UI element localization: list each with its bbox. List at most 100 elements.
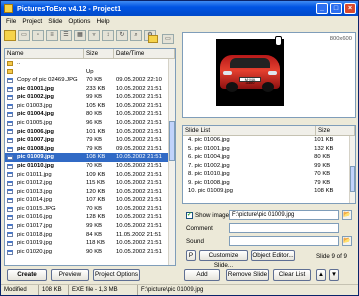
folder-up-icon[interactable]	[4, 30, 16, 41]
slide-row[interactable]: 5. pic 01001.jpg 132 KB	[183, 145, 350, 154]
create-button[interactable]: Create	[7, 269, 47, 281]
slide-row[interactable]: 10. pic 01009.jpg 108 KB	[183, 187, 350, 196]
file-row[interactable]: pic 01003.jpg 105 KB 10.05.2002 21:51	[5, 102, 175, 111]
window-title: PicturesToExe v4.12 - Project1	[17, 4, 122, 13]
close-button[interactable]: ×	[344, 3, 356, 14]
file-row[interactable]: pic 01006.jpg 101 KB 10.05.2002 21:51	[5, 128, 175, 137]
file-row[interactable]: Copy of pic 02469.JPG 70 KB 09.05.2002 22:…	[5, 76, 175, 85]
file-row[interactable]: pic 01012.jpg 115 KB 10.05.2002 21:51	[5, 179, 175, 188]
image-icon	[7, 223, 13, 229]
file-date-cell: 10.05.2002 21:51	[116, 188, 162, 195]
maximize-button[interactable]: □	[330, 3, 342, 14]
file-row[interactable]: pic 01002.jpg 99 KB 10.05.2002 21:51	[5, 93, 175, 102]
move-down-button[interactable]: ▼	[329, 269, 339, 281]
object-editor-button[interactable]: Object Editor...	[251, 250, 295, 261]
refresh-icon[interactable]: ↻	[116, 30, 128, 41]
slide-list-scroll-thumb[interactable]	[350, 166, 355, 192]
slide-row[interactable]: 9. pic 01008.jpg 79 KB	[183, 179, 350, 188]
preview-button[interactable]: Preview	[51, 269, 89, 281]
file-name-cell: pic 01018.jpg	[5, 231, 84, 240]
menu-help[interactable]: Help	[93, 18, 112, 25]
file-size-cell: 101 KB	[86, 128, 106, 135]
add-button[interactable]: Add	[184, 269, 220, 281]
status-bar: Modified 108 KB EXE file - 1,3 MB F:\pic…	[1, 284, 358, 295]
file-row[interactable]: pic 01001.jpg 233 KB 10.05.2002 21:51	[5, 85, 175, 94]
image-icon	[7, 206, 13, 212]
browse-image-button[interactable]: 📂	[342, 210, 352, 220]
file-rows: .. Up Copy of pic 02469.JPG 70 KB 09.05.2002…	[5, 59, 175, 256]
image-path-field[interactable]: F:\picture\pic 01009.jpg	[229, 210, 339, 220]
file-date-cell: 10.05.2002 21:51	[116, 162, 162, 169]
column-size[interactable]: Size	[84, 49, 114, 59]
thumbnails-icon[interactable]: ▦	[74, 30, 86, 41]
file-row[interactable]: Up	[5, 68, 175, 77]
file-name-cell: pic 01015.JPG	[5, 205, 84, 214]
file-name-cell: Copy of pic 02469.JPG	[5, 76, 84, 85]
slide-row[interactable]: 7. pic 01002.jpg 99 KB	[183, 162, 350, 171]
file-row[interactable]: pic 01008.jpg 79 KB 09.05.2002 21:51	[5, 145, 175, 154]
details-view-icon[interactable]: ☰	[60, 30, 72, 41]
menu-file[interactable]: File	[3, 18, 19, 25]
column-slide-size[interactable]: Size	[316, 126, 355, 136]
list-view-icon[interactable]: ≡	[46, 30, 58, 41]
small-icons-icon[interactable]: ▫	[32, 30, 44, 41]
file-list: Name Size Date/Time .. Up Copy of pic 0246…	[4, 48, 176, 266]
menu-project[interactable]: Project	[19, 18, 45, 25]
file-name-cell: pic 01007.jpg	[5, 136, 84, 145]
file-date-cell: 10.05.2002 21:51	[116, 128, 162, 135]
column-date[interactable]: Date/Time	[114, 49, 175, 59]
file-row[interactable]: ..	[5, 59, 175, 68]
file-row[interactable]: pic 01016.jpg 128 KB 10.05.2002 21:51	[5, 213, 175, 222]
file-date-cell: 10.05.2002 21:51	[116, 102, 162, 109]
find-icon[interactable]: ⌕	[130, 30, 142, 41]
file-row[interactable]: pic 01004.jpg 80 KB 10.05.2002 21:51	[5, 110, 175, 119]
project-options-button[interactable]: Project Options	[93, 269, 140, 281]
comment-field[interactable]	[229, 223, 339, 233]
p-button[interactable]: P	[186, 250, 196, 261]
minimize-button[interactable]: _	[316, 3, 328, 14]
sort-icon[interactable]: ↕	[102, 30, 114, 41]
slide-list-scrollbar[interactable]	[349, 136, 355, 203]
file-name-cell: pic 01005.jpg	[5, 119, 84, 128]
app-window: PicturesToExe v4.12 - Project1 _ □ × Fil…	[0, 0, 359, 296]
title-bar[interactable]: PicturesToExe v4.12 - Project1 _ □ ×	[1, 1, 358, 16]
file-name-cell: pic 01001.jpg	[5, 85, 84, 94]
slide-row[interactable]: 4. pic 01006.jpg 101 KB	[183, 136, 350, 145]
drive-icon[interactable]: ▭	[18, 30, 30, 41]
file-row[interactable]: pic 01011.jpg 109 KB 10.05.2002 21:51	[5, 171, 175, 180]
show-image-checkbox[interactable]: ✓	[186, 212, 193, 219]
menu-options[interactable]: Options	[65, 18, 93, 25]
file-row[interactable]: pic 01018.jpg 84 KB 11.05.2002 21:51	[5, 231, 175, 240]
clear-list-button[interactable]: Clear List	[273, 269, 311, 281]
file-row[interactable]: pic 01017.jpg 99 KB 10.05.2002 21:51	[5, 222, 175, 231]
image-icon	[7, 189, 13, 195]
customize-slide-button[interactable]: Customize Slide...	[199, 250, 248, 269]
sound-field[interactable]	[229, 236, 339, 246]
column-slide-list[interactable]: Slide List	[183, 126, 316, 136]
file-list-scrollbar[interactable]	[168, 59, 175, 265]
status-size: 108 KB	[39, 285, 69, 295]
new-folder-icon[interactable]	[148, 35, 158, 43]
file-row[interactable]: pic 01014.jpg 107 KB 10.05.2002 21:51	[5, 196, 175, 205]
file-row[interactable]: pic 01013.jpg 120 KB 10.05.2002 21:51	[5, 188, 175, 197]
file-size-cell: 79 KB	[86, 145, 103, 152]
menu-slide[interactable]: Slide	[45, 18, 65, 25]
slide-name-cell: 10. pic 01009.jpg	[188, 188, 233, 194]
slide-row[interactable]: 8. pic 01010.jpg 70 KB	[183, 170, 350, 179]
file-date-cell	[114, 59, 175, 68]
move-up-button[interactable]: ▲	[316, 269, 326, 281]
column-name[interactable]: Name	[5, 49, 84, 59]
file-row[interactable]: pic 01010.jpg 70 KB 10.05.2002 21:51	[5, 162, 175, 171]
file-row[interactable]: pic 01020.jpg 90 KB 10.05.2002 21:51	[5, 248, 175, 257]
file-row[interactable]: pic 01005.jpg 96 KB 10.05.2002 21:51	[5, 119, 175, 128]
remove-slide-button[interactable]: Remove Slide	[226, 269, 269, 281]
file-row[interactable]: pic 01015.JPG 70 KB 10.05.2002 21:51	[5, 205, 175, 214]
computer-icon[interactable]: ▭	[162, 34, 174, 44]
file-list-scroll-thumb[interactable]	[169, 121, 175, 161]
filter-icon[interactable]: ▿	[88, 30, 100, 41]
file-row[interactable]: pic 01007.jpg 79 KB 10.05.2002 21:51	[5, 136, 175, 145]
browse-sound-button[interactable]: 📂	[342, 236, 352, 246]
file-row[interactable]: pic 01009.jpg 108 KB 10.05.2002 21:51	[5, 153, 175, 162]
file-row[interactable]: pic 01019.jpg 118 KB 10.05.2002 21:51	[5, 239, 175, 248]
slide-row[interactable]: 6. pic 01004.jpg 80 KB	[183, 153, 350, 162]
